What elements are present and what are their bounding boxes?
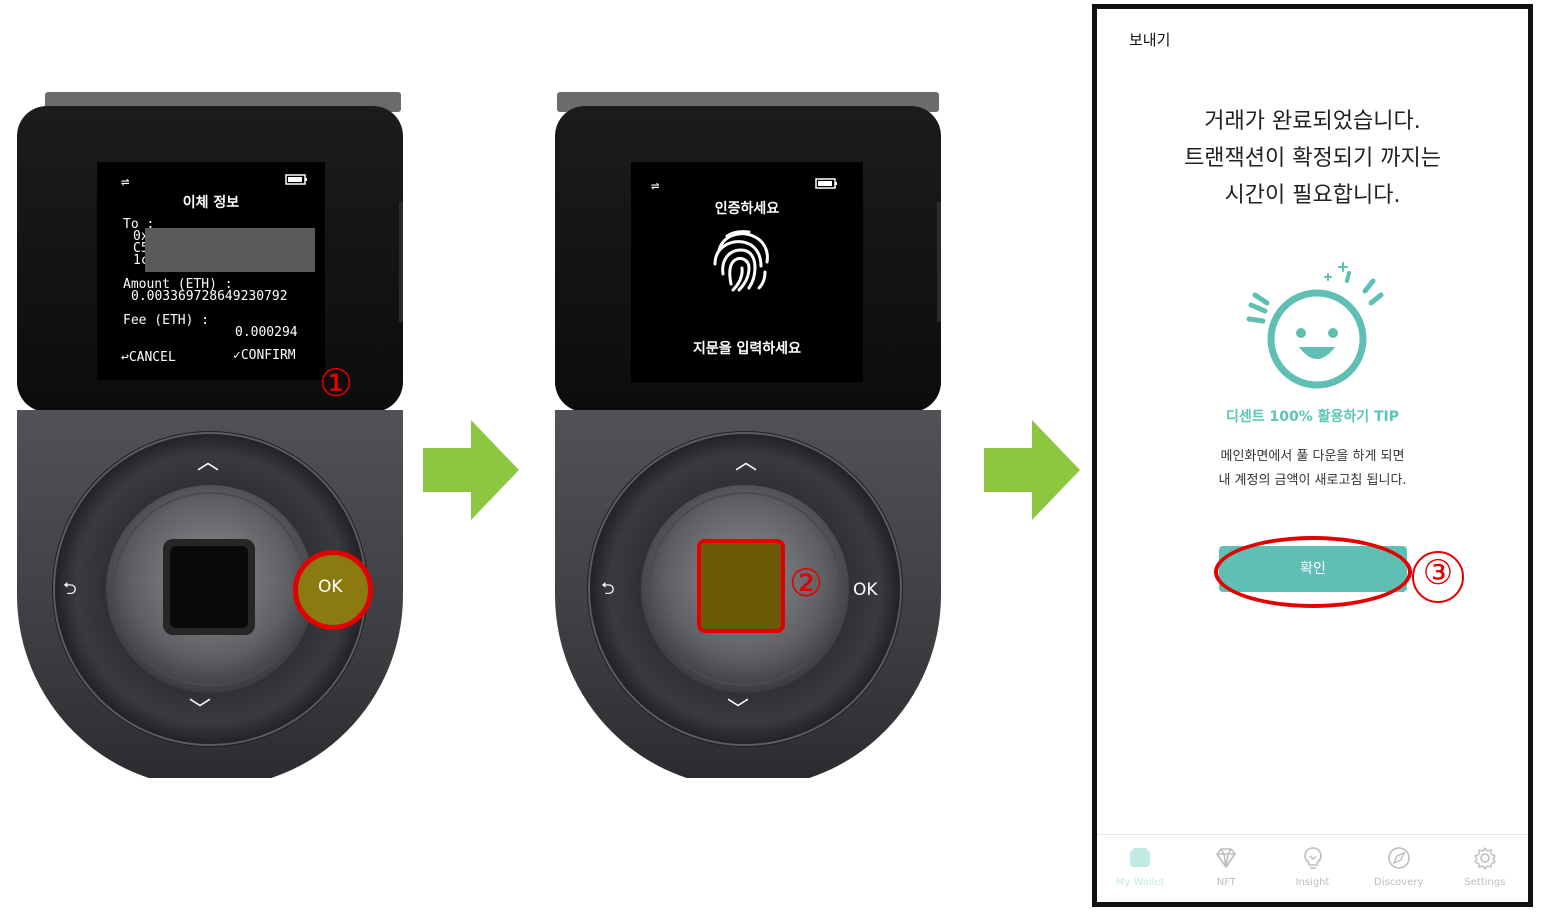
battery-icon [285, 172, 309, 190]
hardware-wallet-device-2: ⇌ 인증하세요 지문을 입력하세요 ︿ ﹀ ⮌ OK ② [555, 92, 941, 778]
fee-label: Fee (ETH) : [123, 313, 210, 328]
message-line: 시간이 필요합니다. [1224, 183, 1401, 208]
transfer-arrows-icon: ⇌ [651, 178, 660, 194]
message-line: 트랜잭션이 확정되기 까지는 [1184, 146, 1441, 171]
page-title: 보내기 [1129, 31, 1171, 49]
phone-screen: 보내기 거래가 완료되었습니다. 트랜잭션이 확정되기 까지는 시간이 필요합니… [1092, 4, 1533, 907]
back-button[interactable]: ⮌ [601, 576, 615, 605]
confirm-softkey[interactable]: ✓CONFIRM [233, 348, 296, 363]
lightbulb-icon [1303, 847, 1322, 869]
fingerprint-icon [713, 230, 769, 292]
down-button[interactable]: ﹀ [189, 700, 211, 722]
nav-label: My Wallet [1115, 877, 1165, 888]
step-number: ① [319, 361, 354, 405]
screen-title: 인증하세요 [714, 201, 780, 217]
nav-label: Discovery [1374, 877, 1424, 888]
nav-insight[interactable]: Insight [1269, 835, 1355, 902]
battery-icon [815, 176, 839, 194]
message-line: 거래가 완료되었습니다. [1204, 109, 1421, 134]
step-number: ③ [1422, 553, 1454, 593]
nav-nft[interactable]: NFT [1183, 835, 1269, 902]
fee-value: 0.000294 [235, 325, 298, 340]
next-arrow-icon [423, 420, 519, 520]
nav-label: NFT [1216, 877, 1236, 888]
step-number: ② [789, 561, 824, 605]
bottom-navigation: My Wallet NFT Insight Discovery Settings [1097, 834, 1528, 902]
nav-my-wallet[interactable]: My Wallet [1097, 835, 1183, 902]
gear-icon [1474, 847, 1496, 870]
up-button[interactable]: ︿ [197, 452, 219, 474]
smiley-face-icon [1246, 262, 1384, 389]
tip-line: 내 계정의 금액이 새로고침 됩니다. [1218, 473, 1407, 488]
nav-discovery[interactable]: Discovery [1356, 835, 1442, 902]
down-button[interactable]: ﹀ [727, 700, 749, 722]
confirm-highlight-circle [1214, 536, 1412, 608]
compass-icon [1387, 847, 1410, 869]
ok-button-label[interactable]: OK [853, 580, 878, 600]
nav-settings[interactable]: Settings [1442, 835, 1528, 902]
back-button[interactable]: ⮌ [63, 576, 77, 605]
device-screen: ⇌ 이체 정보 To : 0x C5 1c Amount (ETH) : 0.0… [97, 162, 325, 380]
wallet-icon [1130, 848, 1151, 867]
ok-button-highlight[interactable]: OK [293, 550, 373, 630]
device-screen: ⇌ 인증하세요 지문을 입력하세요 [631, 162, 863, 382]
cancel-softkey[interactable]: ↩CANCEL [121, 350, 176, 365]
fingerprint-prompt: 지문을 입력하세요 [693, 341, 801, 357]
diamond-icon [1216, 848, 1237, 868]
nav-label: Settings [1464, 877, 1506, 888]
completion-message: 거래가 완료되었습니다. 트랜잭션이 확정되기 까지는 시간이 필요합니다. [1097, 103, 1528, 214]
screen-title: 이체 정보 [182, 195, 240, 211]
hardware-wallet-device-1: ⇌ 이체 정보 To : 0x C5 1c Amount (ETH) : 0.0… [17, 92, 403, 778]
ok-button-label: OK [318, 577, 343, 597]
tip-title: 디센트 100% 활용하기 TIP [1225, 409, 1400, 425]
tip-body: 메인화면에서 풀 다운을 하게 되면 내 계정의 금액이 새로고침 됩니다. [1097, 445, 1528, 493]
nav-label: Insight [1295, 877, 1330, 888]
up-button[interactable]: ︿ [735, 452, 757, 474]
transfer-arrows-icon: ⇌ [121, 174, 130, 190]
fingerprint-sensor[interactable] [697, 539, 785, 633]
next-arrow-icon [984, 420, 1080, 520]
amount-value: 0.003369728649230792 [131, 289, 288, 304]
redacted-address [145, 228, 315, 272]
tip-line: 메인화면에서 풀 다운을 하게 되면 [1220, 449, 1405, 464]
